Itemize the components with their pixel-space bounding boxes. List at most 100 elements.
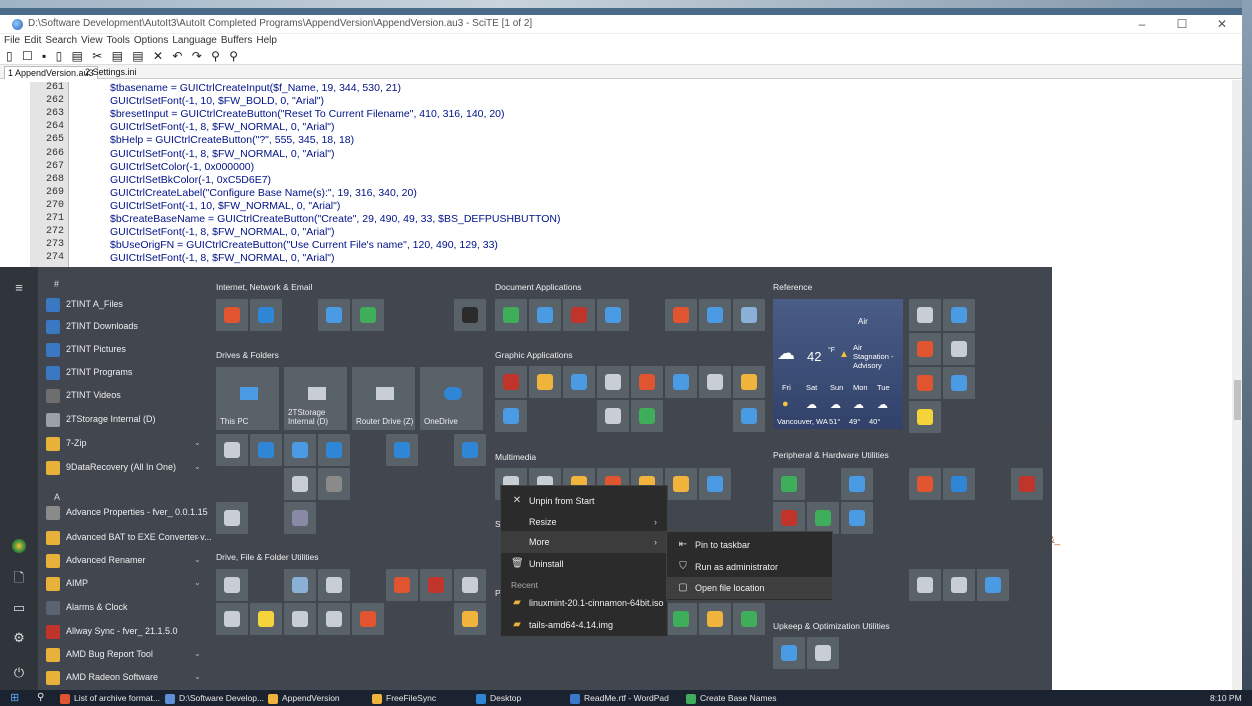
- app-tile[interactable]: [529, 299, 561, 331]
- app-tile[interactable]: [773, 637, 805, 669]
- app-tile[interactable]: [454, 603, 486, 635]
- group-multimedia[interactable]: Multimedia: [495, 452, 536, 462]
- app-tile[interactable]: [773, 468, 805, 500]
- taskbar-item[interactable]: Desktop: [476, 690, 521, 706]
- app-tile[interactable]: [733, 400, 765, 432]
- app-tile[interactable]: [597, 299, 629, 331]
- app-tile[interactable]: [529, 366, 561, 398]
- taskbar-item[interactable]: ReadMe.rtf - WordPad: [570, 690, 669, 706]
- app-tile[interactable]: [318, 603, 350, 635]
- app-list-item[interactable]: AMD Bug Report Tool ⌄: [46, 643, 201, 665]
- app-list-item[interactable]: Advance Properties - fver_ 0.0.1.15: [46, 501, 208, 523]
- app-list-item[interactable]: AMD Radeon Software ⌄: [46, 666, 201, 688]
- windows-start-icon[interactable]: ⊞: [10, 690, 19, 706]
- chevron-down-icon[interactable]: ⌄: [194, 456, 201, 478]
- code-line[interactable]: GUICtrlSetFont(-1, 8, $FW_NORMAL, 0, "Ar…: [110, 121, 335, 133]
- menu-edit[interactable]: Edit: [24, 35, 41, 46]
- menu-pin-taskbar[interactable]: ⇤ Pin to taskbar: [667, 534, 832, 556]
- app-tile[interactable]: [943, 333, 975, 365]
- code-line[interactable]: GUICtrlSetFont(-1, 10, $FW_BOLD, 0, "Ari…: [110, 95, 324, 107]
- app-tile[interactable]: [699, 603, 731, 635]
- app-tile[interactable]: [216, 434, 248, 466]
- app-tile[interactable]: [495, 299, 527, 331]
- app-tile[interactable]: [733, 366, 765, 398]
- menu-run-admin[interactable]: ⛉ Run as administrator: [667, 556, 832, 578]
- group-internet[interactable]: Internet, Network & Email: [216, 282, 312, 292]
- app-tile[interactable]: [733, 603, 765, 635]
- app-tile[interactable]: [841, 468, 873, 500]
- taskbar-item[interactable]: AppendVersion: [268, 690, 340, 706]
- user-avatar[interactable]: [12, 539, 26, 553]
- app-tile[interactable]: [597, 366, 629, 398]
- menu-buffers[interactable]: Buffers: [221, 35, 253, 46]
- app-tile[interactable]: [216, 502, 248, 534]
- app-list-item[interactable]: Advanced Renamer ⌄: [46, 549, 201, 571]
- group-upkeep[interactable]: Upkeep & Optimization Utilities: [773, 621, 890, 631]
- app-tile[interactable]: [386, 569, 418, 601]
- app-list-item[interactable]: 2TINT Videos: [46, 384, 196, 406]
- app-tile[interactable]: [250, 299, 282, 331]
- app-tile[interactable]: [318, 299, 350, 331]
- app-tile[interactable]: [250, 434, 282, 466]
- app-tile[interactable]: [352, 603, 384, 635]
- group-docs[interactable]: Document Applications: [495, 282, 581, 292]
- app-tile[interactable]: [454, 569, 486, 601]
- menu-resize[interactable]: Resize ›: [501, 511, 667, 533]
- app-tile[interactable]: [284, 603, 316, 635]
- app-tile[interactable]: [386, 434, 418, 466]
- fold-margin[interactable]: [68, 82, 76, 272]
- tab-settings[interactable]: 2 Settings.ini: [82, 66, 140, 79]
- recent-tails[interactable]: ▰ tails-amd64-4.14.img: [501, 614, 667, 636]
- app-tile[interactable]: [454, 434, 486, 466]
- code-line[interactable]: $bUseOrigFN = GUICtrlCreateButton("Use C…: [110, 239, 498, 251]
- app-list-item[interactable]: 7-Zip ⌄: [46, 432, 201, 454]
- taskbar-item[interactable]: FreeFileSync: [372, 690, 436, 706]
- app-tile[interactable]: [909, 367, 941, 399]
- app-tile[interactable]: [665, 468, 697, 500]
- app-tile[interactable]: [943, 468, 975, 500]
- group-drives[interactable]: Drives & Folders: [216, 350, 279, 360]
- menu-search[interactable]: Search: [45, 35, 77, 46]
- app-tile[interactable]: [454, 299, 486, 331]
- tile-this-pc[interactable]: This PC: [216, 367, 279, 430]
- app-tile[interactable]: [318, 468, 350, 500]
- app-tile[interactable]: [909, 401, 941, 433]
- menu-language[interactable]: Language: [172, 35, 217, 46]
- chevron-down-icon[interactable]: ⌄: [194, 572, 201, 594]
- chevron-down-icon[interactable]: ⌄: [194, 643, 201, 665]
- maximize-button[interactable]: ☐: [1162, 15, 1202, 34]
- menu-more[interactable]: More ›: [501, 531, 667, 553]
- app-tile[interactable]: [841, 502, 873, 534]
- app-tile[interactable]: [943, 367, 975, 399]
- app-list-item[interactable]: Allway Sync - fver_ 21.1.5.0: [46, 620, 196, 642]
- hamburger-icon[interactable]: ≡: [8, 280, 30, 298]
- app-tile[interactable]: [943, 299, 975, 331]
- menu-open-location[interactable]: ▢ Open file location: [667, 577, 832, 599]
- app-tile[interactable]: [631, 400, 663, 432]
- app-tile[interactable]: [284, 434, 316, 466]
- app-tile[interactable]: [807, 502, 839, 534]
- menu-unpin[interactable]: ✕ Unpin from Start: [501, 490, 667, 512]
- app-tile[interactable]: [495, 366, 527, 398]
- app-tile[interactable]: [284, 569, 316, 601]
- close-button[interactable]: ✕: [1202, 15, 1242, 34]
- search-icon[interactable]: ⚲: [37, 690, 44, 706]
- app-tile[interactable]: [597, 400, 629, 432]
- code-line[interactable]: GUICtrlSetFont(-1, 8, $FW_NORMAL, 0, "Ar…: [110, 226, 335, 238]
- code-line[interactable]: $tbasename = GUICtrlCreateInput($f_Name,…: [110, 82, 401, 94]
- app-list-item[interactable]: 2TINT Downloads: [46, 315, 196, 337]
- scrollbar-thumb[interactable]: [1234, 380, 1241, 420]
- power-icon[interactable]: ⏻: [8, 665, 30, 683]
- code-line[interactable]: $bHelp = GUICtrlCreateButton("?", 555, 3…: [110, 134, 354, 146]
- tile-router-drive[interactable]: Router Drive (Z): [352, 367, 415, 430]
- app-list-item[interactable]: 2TINT Programs: [46, 361, 196, 383]
- app-tile[interactable]: [495, 400, 527, 432]
- menu-view[interactable]: View: [81, 35, 103, 46]
- code-line[interactable]: GUICtrlSetBkColor(-1, 0xC5D6E7): [110, 174, 271, 186]
- app-list-item[interactable]: AIMP ⌄: [46, 572, 201, 594]
- chevron-down-icon[interactable]: ⌄: [194, 526, 201, 548]
- chevron-down-icon[interactable]: ⌄: [194, 549, 201, 571]
- app-tile[interactable]: [699, 299, 731, 331]
- app-tile[interactable]: [1011, 468, 1043, 500]
- code-line[interactable]: GUICtrlSetFont(-1, 8, $FW_NORMAL, 0, "Ar…: [110, 252, 335, 264]
